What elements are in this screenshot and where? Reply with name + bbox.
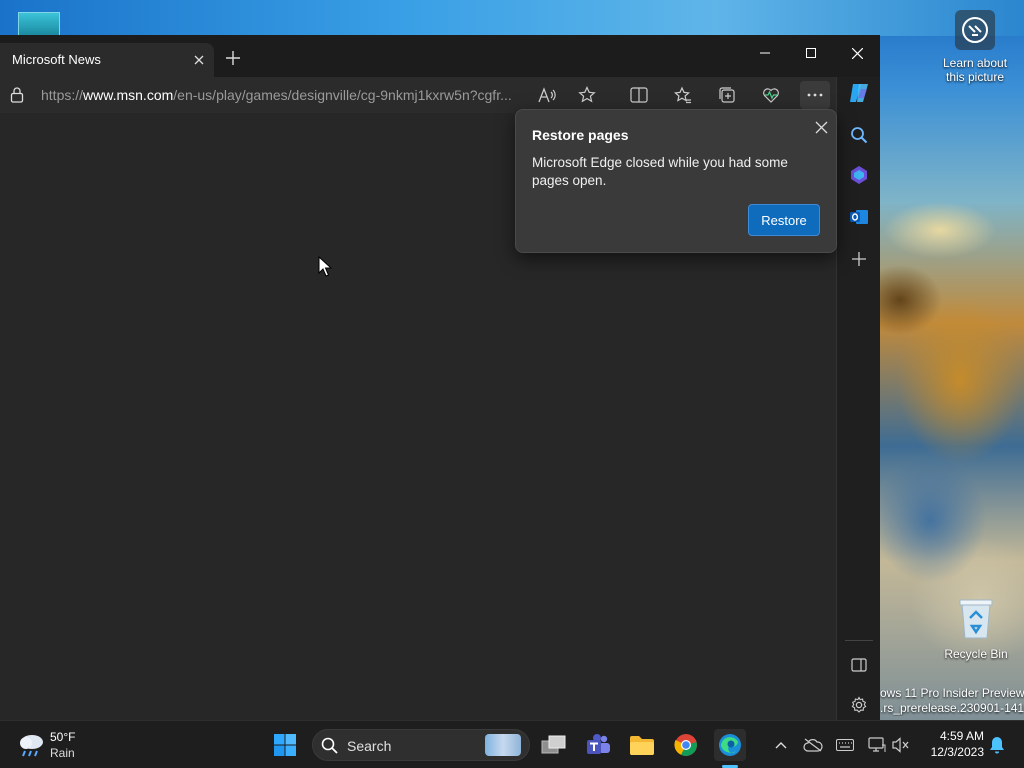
outlook-icon[interactable] [845,203,873,231]
edge-sidebar [836,77,880,720]
search-icon[interactable] [845,121,873,149]
teams-icon[interactable] [582,729,614,761]
learn-about-label: Learn about this picture [942,56,1008,84]
split-screen-icon[interactable] [624,81,654,109]
task-view-icon[interactable] [538,729,570,761]
restore-button[interactable]: Restore [748,204,820,236]
clock-date: 12/3/2023 [930,745,984,759]
taskbar-search[interactable]: Search [312,729,530,761]
watermark-line-2: .rs_prerelease.230901-1416 [880,701,1024,715]
hide-sidebar-icon[interactable] [845,651,873,679]
recycle-bin-icon [959,599,993,639]
network-icon[interactable] [866,733,888,757]
dialog-title: Restore pages [532,127,629,143]
onedrive-offline-icon[interactable] [802,733,824,757]
show-hidden-icons-chevron-up-icon[interactable] [770,733,792,757]
system-clock[interactable]: 4:59 AM 12/3/2023 [918,728,984,760]
add-sidebar-app-icon[interactable] [845,245,873,273]
address-bar[interactable]: https://www.msn.com/en-us/play/games/des… [0,77,620,113]
lock-icon[interactable] [10,87,24,106]
minimize-icon[interactable] [742,39,788,67]
tab-title: Microsoft News [12,52,101,67]
taskbar: 50°F Rain Search 4:59 AM 12/3/2023 [0,720,1024,768]
favorites-icon[interactable] [668,81,698,109]
wallpaper-sky [0,0,1024,36]
new-tab-icon[interactable] [222,47,244,69]
maximize-icon[interactable] [788,39,834,67]
windows-watermark: ows 11 Pro Insider Preview .rs_prereleas… [880,686,1024,716]
weather-temp: 50°F [50,730,76,744]
tab-close-icon[interactable] [190,51,208,69]
weather-condition: Rain [50,746,75,760]
chrome-icon[interactable] [670,729,702,761]
title-bar: Microsoft News [0,35,880,77]
settings-more-icon[interactable] [800,81,830,109]
keyboard-icon[interactable] [834,733,856,757]
dialog-message: Microsoft Edge closed while you had some… [532,155,788,188]
mouse-cursor-icon [318,256,332,277]
restore-pages-dialog: Restore pages Microsoft Edge closed whil… [515,109,837,253]
volume-muted-icon[interactable] [890,733,912,757]
recycle-bin-label: Recycle Bin [944,647,1008,661]
file-explorer-icon[interactable] [626,729,658,761]
toolbar: https://www.msn.com/en-us/play/games/des… [0,77,880,113]
tab-microsoft-news[interactable]: Microsoft News [0,43,214,77]
weather-widget[interactable]: 50°F Rain [14,729,114,761]
clock-time: 4:59 AM [939,729,984,743]
designer-icon[interactable] [845,161,873,189]
sidebar-settings-gear-icon[interactable] [845,691,873,719]
rain-cloud-icon [20,735,43,757]
collections-icon[interactable] [712,81,742,109]
search-highlight-image [485,734,521,756]
url-text[interactable]: https://www.msn.com/en-us/play/games/des… [41,87,521,103]
copilot-icon[interactable] [845,79,873,107]
favorite-star-icon[interactable] [572,81,602,109]
learn-about-picture[interactable]: Learn about this picture [940,10,1010,84]
notification-bell-icon[interactable] [986,733,1008,757]
sidebar-divider [845,640,873,641]
close-window-icon[interactable] [834,39,880,67]
start-windows-icon[interactable] [269,729,301,761]
url-path: /en-us/play/games/designville/cg-9nkmj1k… [173,87,512,103]
search-label: Search [347,738,392,754]
search-magnifier-icon [321,737,338,757]
url-host: www.msn.com [83,87,174,103]
camera-icon [955,10,995,50]
desktop-shortcut-tile[interactable] [18,12,60,36]
url-prefix: https:// [41,87,84,103]
dialog-close-icon[interactable] [810,116,832,138]
browser-essentials-icon[interactable] [756,81,786,109]
watermark-line-1: ows 11 Pro Insider Preview [880,686,1024,700]
recycle-bin[interactable]: Recycle Bin [942,596,1010,661]
read-aloud-icon[interactable] [532,81,562,109]
edge-taskbar-icon[interactable] [714,729,746,761]
